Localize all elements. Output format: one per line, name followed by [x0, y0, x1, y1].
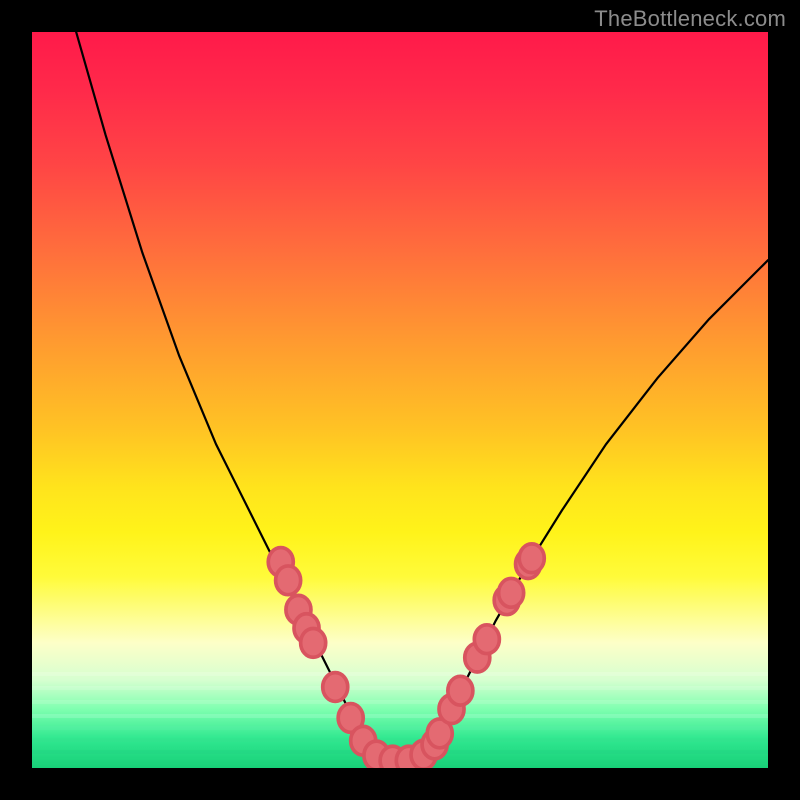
data-point: [301, 628, 326, 657]
plot-area: [32, 32, 768, 768]
chart-frame: TheBottleneck.com: [0, 0, 800, 800]
data-markers: [268, 544, 544, 768]
data-point: [499, 578, 524, 607]
curve-lines: [76, 32, 768, 763]
data-point: [323, 673, 348, 702]
data-point: [474, 625, 499, 654]
data-point: [276, 566, 301, 595]
chart-svg: [32, 32, 768, 768]
data-point: [448, 676, 473, 705]
watermark-text: TheBottleneck.com: [594, 6, 786, 32]
bottleneck-curve: [76, 32, 768, 763]
data-point: [519, 544, 544, 573]
